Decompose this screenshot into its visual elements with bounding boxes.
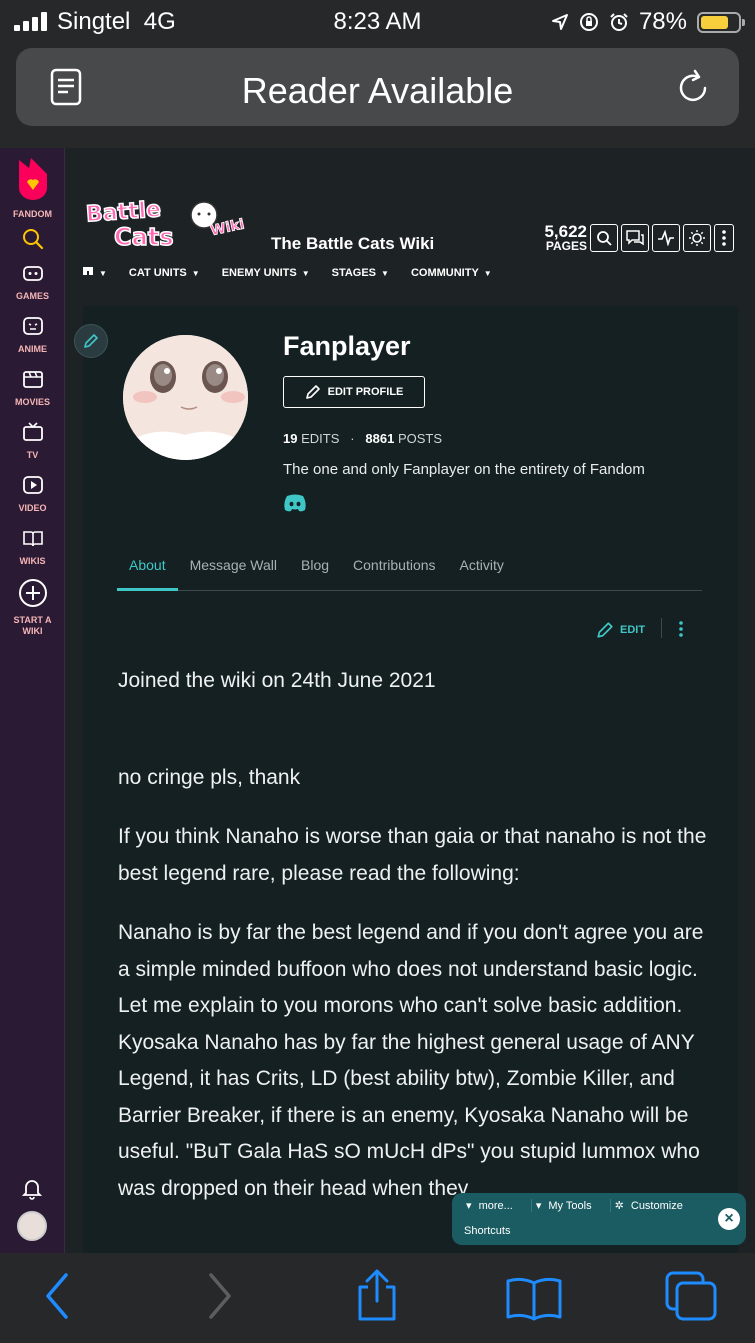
about-article: Joined the wiki on 24th June 2021 no cri… bbox=[118, 663, 718, 1230]
profile-stats: 19 EDITS · 8861 POSTS bbox=[283, 431, 443, 446]
location-icon bbox=[551, 14, 568, 30]
rail-item-wikis[interactable]: WIKIS bbox=[0, 527, 65, 566]
reload-icon[interactable] bbox=[675, 68, 711, 106]
edit-profile-button[interactable]: EDIT PROFILE bbox=[283, 376, 425, 408]
share-icon[interactable] bbox=[352, 1267, 402, 1323]
more-tools-button[interactable]: ▾ more... bbox=[462, 1199, 532, 1212]
games-icon bbox=[22, 266, 43, 281]
rail-item-movies[interactable]: MOVIES bbox=[0, 368, 65, 407]
search-icon[interactable] bbox=[21, 227, 45, 251]
my-tools-button[interactable]: ▾ My Tools bbox=[532, 1199, 611, 1212]
wiki-navigation: ▼ CAT UNITS ▼ ENEMY UNITS ▼ STAGES ▼ COMMUN… bbox=[82, 266, 492, 279]
status-bar: Singtel 4G 8:23 AM 78% bbox=[0, 0, 755, 44]
nav-stages[interactable]: STAGES ▼ bbox=[332, 267, 389, 279]
rail-item-start-wiki[interactable]: START A WIKI bbox=[0, 578, 65, 637]
divider bbox=[661, 618, 662, 638]
discussions-icon bbox=[626, 230, 644, 246]
video-icon bbox=[22, 476, 43, 494]
reader-available-label: Reader Available bbox=[241, 70, 514, 111]
more-options-button[interactable] bbox=[714, 224, 734, 252]
tab-about[interactable]: About bbox=[117, 553, 178, 591]
movies-icon bbox=[22, 371, 43, 388]
pencil-icon bbox=[597, 622, 613, 638]
discussions-button[interactable] bbox=[621, 224, 649, 252]
profile-avatar bbox=[123, 335, 248, 460]
wikis-icon bbox=[22, 531, 43, 547]
kebab-icon bbox=[722, 230, 726, 246]
edit-about-button[interactable]: EDIT bbox=[596, 621, 645, 639]
fandom-small-icon bbox=[83, 267, 93, 275]
shortcuts-link[interactable]: Shortcuts bbox=[464, 1225, 510, 1237]
rail-item-anime[interactable]: ANIME bbox=[0, 315, 65, 354]
tabs-icon[interactable] bbox=[663, 1269, 719, 1323]
tab-blog[interactable]: Blog bbox=[289, 553, 341, 591]
back-icon[interactable] bbox=[42, 1271, 72, 1321]
rail-item-games[interactable]: GAMES bbox=[0, 262, 65, 301]
anime-icon bbox=[22, 317, 43, 335]
forward-icon[interactable] bbox=[205, 1271, 235, 1321]
close-icon[interactable]: × bbox=[718, 1208, 740, 1230]
profile-bio: The one and only Fanplayer on the entire… bbox=[283, 461, 645, 478]
page-count: 5,622 PAGES bbox=[544, 222, 587, 253]
bookmarks-icon[interactable] bbox=[505, 1275, 563, 1321]
nav-community[interactable]: COMMUNITY ▼ bbox=[411, 267, 492, 279]
search-icon bbox=[597, 231, 612, 246]
pencil-icon bbox=[84, 334, 98, 348]
article-paragraph: no cringe pls, thank bbox=[118, 765, 301, 789]
alarm-icon bbox=[610, 13, 628, 31]
address-bar[interactable]: Reader Available bbox=[16, 48, 739, 126]
article-paragraph: If you think Nanaho is worse than gaia o… bbox=[118, 825, 707, 885]
activity-button[interactable] bbox=[652, 224, 680, 252]
activity-icon bbox=[658, 230, 674, 246]
user-avatar[interactable] bbox=[17, 1211, 47, 1241]
edit-fab[interactable] bbox=[74, 324, 108, 358]
web-page: FANDOM GAMES ANIME MOVIES TV VIDEO WIKIS… bbox=[0, 148, 755, 1253]
rail-item-tv[interactable]: TV bbox=[0, 421, 65, 460]
battle-cats-wiki-logo[interactable]: Battle Cats Wiki bbox=[82, 193, 257, 251]
wiki-search-button[interactable] bbox=[590, 224, 618, 252]
plus-circle-icon bbox=[18, 579, 47, 607]
profile-avatar-image bbox=[123, 335, 248, 460]
wiki-title[interactable]: The Battle Cats Wiki bbox=[271, 234, 434, 254]
tv-icon bbox=[22, 422, 43, 441]
screen: Singtel 4G 8:23 AM 78% Reader Available … bbox=[0, 0, 755, 1343]
theme-toggle-button[interactable] bbox=[683, 224, 711, 252]
rotation-lock-icon bbox=[579, 13, 598, 31]
tab-activity[interactable]: Activity bbox=[448, 553, 516, 591]
customize-button[interactable]: ✲ Customize bbox=[611, 1199, 701, 1212]
more-actions-icon[interactable] bbox=[678, 620, 684, 638]
article-paragraph: Nanaho is by far the best legend and if … bbox=[118, 921, 704, 1200]
battery-percent: 78% bbox=[638, 8, 687, 35]
browser-bottom-bar bbox=[0, 1253, 755, 1343]
pencil-icon bbox=[305, 385, 320, 399]
profile-username: Fanplayer bbox=[283, 331, 411, 361]
nav-home[interactable]: ▼ bbox=[82, 266, 107, 279]
tab-message-wall[interactable]: Message Wall bbox=[178, 553, 289, 591]
battery-icon bbox=[697, 11, 745, 33]
floating-toolbar: ▾ more... ▾ My Tools ✲ Customize Shortcu… bbox=[452, 1193, 746, 1245]
nav-cat-units[interactable]: CAT UNITS ▼ bbox=[129, 267, 200, 279]
svg-text:Cats: Cats bbox=[114, 223, 174, 251]
wiki-tools bbox=[590, 224, 734, 252]
fandom-logo[interactable]: FANDOM bbox=[0, 156, 65, 219]
discord-icon[interactable] bbox=[283, 494, 307, 512]
sun-icon bbox=[689, 230, 705, 246]
rail-item-video[interactable]: VIDEO bbox=[0, 474, 65, 513]
wiki-header: Battle Cats Wiki The Battle Cats Wiki 5,… bbox=[65, 148, 755, 308]
article-paragraph: Joined the wiki on 24th June 2021 bbox=[118, 669, 436, 692]
browser-toolbar: Reader Available bbox=[0, 44, 755, 148]
fandom-global-nav: FANDOM GAMES ANIME MOVIES TV VIDEO WIKIS… bbox=[0, 148, 65, 1253]
nav-enemy-units[interactable]: ENEMY UNITS ▼ bbox=[222, 267, 310, 279]
profile-tabs: About Message Wall Blog Contributions Ac… bbox=[117, 553, 702, 591]
notifications-icon[interactable] bbox=[22, 1178, 42, 1200]
fandom-flame-icon bbox=[18, 158, 47, 200]
tab-contributions[interactable]: Contributions bbox=[341, 553, 448, 591]
